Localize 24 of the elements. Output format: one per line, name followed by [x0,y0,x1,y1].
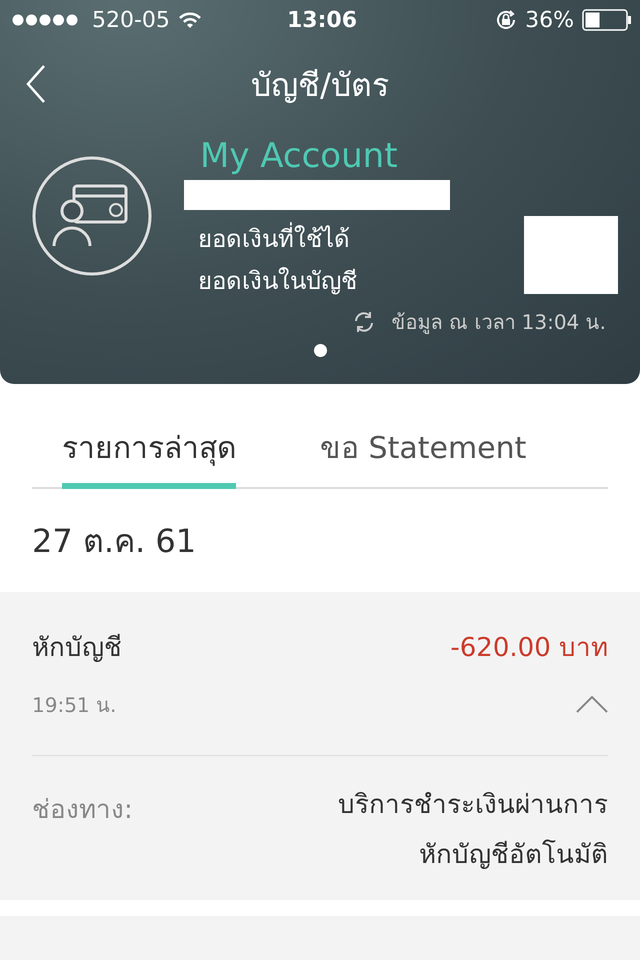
back-button[interactable] [26,64,46,104]
back-icon [26,64,46,104]
balance-label: ยอดเงินที่ใช้ได้ [198,218,357,260]
tab[interactable]: รายการล่าสุด [62,420,236,489]
transaction-time: 19:51 น. [32,692,116,719]
date-heading: 27 ต.ค. 61 [31,521,198,562]
account-name: My Account [200,136,399,176]
transaction-title: หักบัญชี [32,632,122,665]
battery-icon [582,9,632,31]
detail-label: ช่องทาง: [32,794,133,827]
battery-percent: 36% [525,8,574,32]
tab[interactable]: ขอ Statement [320,420,526,489]
status-time: 13:06 [286,8,358,32]
balance-label: ยอดเงินในบัญชี [198,266,357,297]
carrier-name: 520-05 [92,8,170,32]
account-card-icon [32,156,152,276]
wifi-icon [178,11,202,29]
screen-title: บัญชี/บัตร [251,64,389,106]
update-time: ข้อมูล ณ เวลา 13:04 น. [392,309,606,336]
transaction-amount: -620.00 บาท [450,632,608,665]
page-indicator-dot[interactable] [314,344,326,357]
rotation-lock-icon [495,9,518,31]
transaction-card[interactable]: หักบัญชี -620.00 บาท 19:51 น. ช่องทาง: บริการชำระเงินผ่านการ หักบัญชีอัตโนมัติ [0,592,640,900]
detail-value: บริการชำระเงินผ่านการ หักบัญชีอัตโนมัติ [338,789,608,872]
